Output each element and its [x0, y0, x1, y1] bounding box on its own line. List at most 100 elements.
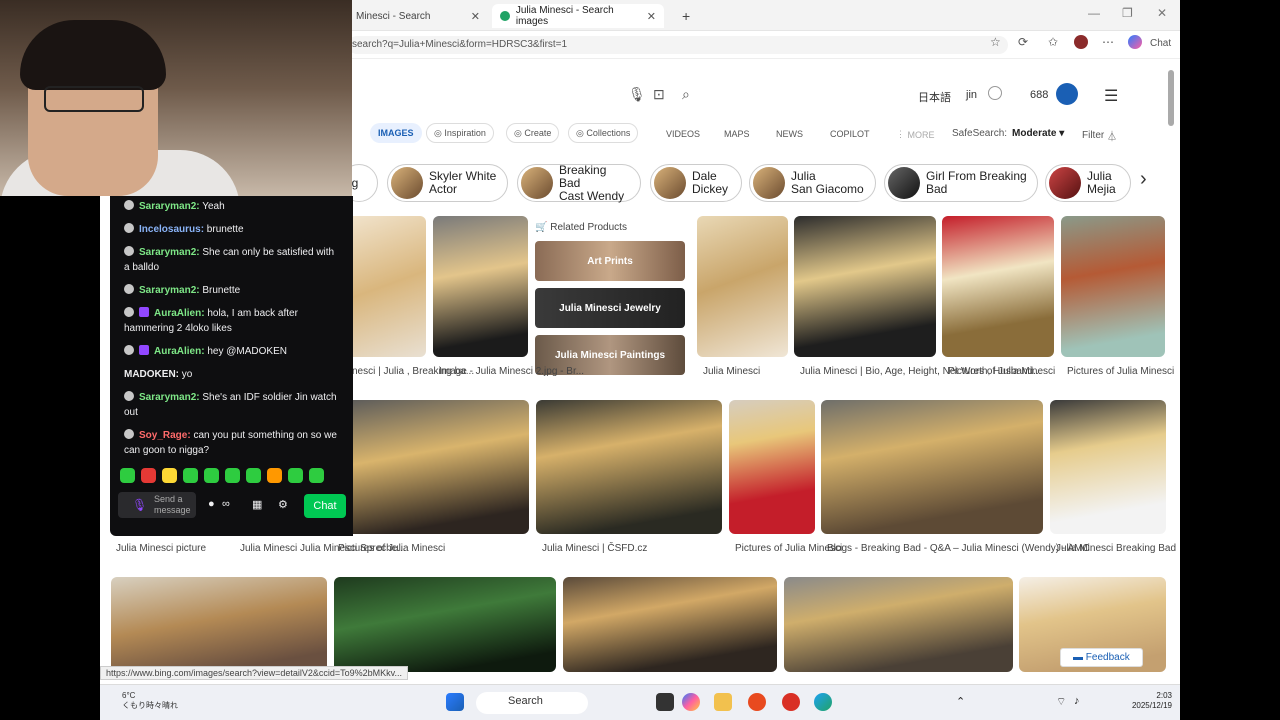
tab-minesci-search[interactable]: Minesci - Search ✕ — [348, 4, 488, 28]
chip-julia-mejia[interactable]: Julia Mejia — [1045, 164, 1131, 202]
emote-icon[interactable] — [267, 468, 282, 483]
close-window-icon[interactable]: ✕ — [1157, 6, 1167, 20]
user-avatar-icon[interactable] — [988, 86, 1002, 100]
search-icon[interactable]: ⌕ — [682, 86, 690, 103]
task-view-icon[interactable] — [656, 693, 674, 711]
taskbar-search[interactable]: Search — [476, 692, 588, 714]
chip-dale-dickey[interactable]: Dale Dickey — [650, 164, 742, 202]
new-tab-button[interactable]: + — [674, 4, 698, 28]
chat-username[interactable]: AuraAlien: — [154, 346, 205, 357]
store-icon[interactable]: ▦ — [252, 498, 262, 511]
image-caption[interactable]: Image - Julia Minesci 2.jpg - Br... — [439, 366, 584, 378]
hamburger-menu-icon[interactable]: ☰ — [1104, 86, 1118, 106]
more-menu-icon[interactable]: ⋯ — [1102, 35, 1114, 49]
emote-icon[interactable] — [120, 468, 135, 483]
related-art-prints[interactable]: Art Prints — [535, 241, 685, 281]
chat-send-button[interactable]: Chat — [304, 494, 346, 518]
rewards-points[interactable]: 688 — [1030, 89, 1048, 101]
nav-inspiration[interactable]: ◎ Inspiration — [426, 123, 494, 143]
language-link[interactable]: 日本語 — [918, 89, 951, 105]
nav-videos[interactable]: VIDEOS — [666, 129, 700, 139]
visual-search-icon[interactable]: ⊡ — [653, 86, 665, 103]
image-result[interactable] — [334, 577, 556, 672]
image-caption[interactable]: Pictures of Julia Minesci — [1067, 366, 1174, 378]
chat-username[interactable]: Soy_Rage: — [139, 430, 191, 441]
chat-username[interactable]: MADOKEN: — [124, 369, 179, 380]
emote-icon[interactable] — [162, 468, 177, 483]
safesearch-dropdown[interactable]: Moderate ▾ — [1012, 128, 1064, 139]
microphone-icon[interactable]: 🎙 — [132, 498, 147, 512]
image-result[interactable] — [111, 577, 327, 672]
chip-breaking-bad-cast-wendy[interactable]: Breaking Bad Cast Wendy — [517, 163, 641, 202]
gear-icon[interactable]: ⚙ — [278, 498, 288, 511]
image-result[interactable] — [784, 577, 1013, 672]
chat-username[interactable]: Sararyman2: — [139, 247, 200, 258]
tab-julia-minesci-images[interactable]: Julia Minesci - Search images ✕ — [492, 4, 664, 28]
channel-points-value[interactable]: ∞ — [222, 498, 230, 510]
emote-icon[interactable] — [225, 468, 240, 483]
page-scrollbar[interactable] — [1168, 70, 1174, 670]
chat-username[interactable]: Sararyman2: — [139, 201, 200, 212]
nav-more[interactable]: ⋮ MORE — [896, 129, 935, 140]
chat-username[interactable]: AuraAlien: — [154, 308, 205, 319]
nav-images[interactable]: IMAGES — [370, 123, 422, 143]
copilot-taskbar-icon[interactable] — [682, 693, 700, 711]
chip-julia-san-giacomo[interactable]: Julia San Giacomo — [749, 164, 876, 202]
system-clock[interactable]: 2:03 2025/12/19 — [1132, 691, 1172, 711]
image-caption[interactable]: Pictures of Julia Minesci — [948, 366, 1055, 378]
chat-username[interactable]: Incelosaurus: — [139, 224, 204, 235]
url-field[interactable]: search?q=Julia+Minesci&form=HDRSC3&first… — [348, 36, 1008, 54]
nav-maps[interactable]: MAPS — [724, 129, 750, 139]
image-result[interactable] — [536, 400, 722, 534]
image-result[interactable] — [794, 216, 936, 357]
image-caption[interactable]: Pictures of Julia Minesci — [338, 543, 445, 555]
file-explorer-icon[interactable] — [714, 693, 732, 711]
collections-icon[interactable]: ✩ — [1048, 35, 1058, 49]
image-result[interactable] — [1050, 400, 1166, 534]
scrollbar-thumb[interactable] — [1168, 70, 1174, 126]
chip-skyler-white-actor[interactable]: Skyler White Actor — [387, 164, 508, 202]
chip-girl-from-breaking-bad[interactable]: Girl From Breaking Bad — [884, 164, 1038, 202]
edge-icon[interactable] — [814, 693, 832, 711]
rewards-icon[interactable] — [1056, 83, 1078, 105]
feedback-button[interactable]: ▬ Feedback — [1060, 648, 1143, 667]
image-result[interactable] — [1061, 216, 1165, 357]
firefox-icon[interactable] — [748, 693, 766, 711]
chat-button[interactable]: Chat — [1150, 38, 1171, 49]
weather-widget[interactable]: 6°C くもり時々晴れ — [122, 691, 178, 711]
copilot-icon[interactable] — [1128, 35, 1142, 49]
chat-message-input[interactable]: Send a message — [118, 492, 196, 518]
image-result[interactable] — [563, 577, 777, 672]
image-caption[interactable]: Julia Minesci — [703, 366, 760, 378]
image-result[interactable] — [942, 216, 1054, 357]
obs-icon[interactable] — [782, 693, 800, 711]
emote-icon[interactable] — [204, 468, 219, 483]
close-icon[interactable]: ✕ — [471, 10, 480, 23]
user-name[interactable]: jin — [966, 89, 977, 101]
channel-points-icon[interactable]: ● — [208, 498, 215, 510]
emote-icon[interactable] — [141, 468, 156, 483]
microphone-icon[interactable]: 🎙 — [628, 86, 646, 103]
emote-icon[interactable] — [183, 468, 198, 483]
favorite-star-icon[interactable]: ☆ — [990, 35, 1001, 49]
emote-icon[interactable] — [309, 468, 324, 483]
wifi-icon[interactable]: ⌔ — [1056, 695, 1066, 709]
image-caption[interactable]: Julia Minesci Breaking Bad — [1056, 543, 1176, 555]
maximize-icon[interactable]: ❐ — [1122, 6, 1133, 20]
filter-button[interactable]: Filter ⏃ — [1082, 128, 1117, 143]
image-result[interactable] — [729, 400, 815, 534]
nav-news[interactable]: NEWS — [776, 129, 803, 139]
image-result[interactable] — [340, 400, 529, 534]
nav-create[interactable]: ◎ Create — [506, 123, 560, 143]
refresh-icon[interactable]: ⟳ — [1018, 35, 1028, 49]
chevron-up-icon[interactable]: ⌃ — [956, 695, 965, 708]
profile-avatar[interactable] — [1074, 35, 1088, 49]
chat-username[interactable]: Sararyman2: — [139, 285, 200, 296]
image-result[interactable] — [697, 216, 788, 357]
close-icon[interactable]: ✕ — [647, 10, 656, 23]
emote-icon[interactable] — [288, 468, 303, 483]
related-jewelry[interactable]: Julia Minesci Jewelry — [535, 288, 685, 328]
chat-username[interactable]: Sararyman2: — [139, 392, 200, 403]
windows-start-icon[interactable] — [446, 693, 464, 711]
image-result[interactable] — [433, 216, 528, 357]
